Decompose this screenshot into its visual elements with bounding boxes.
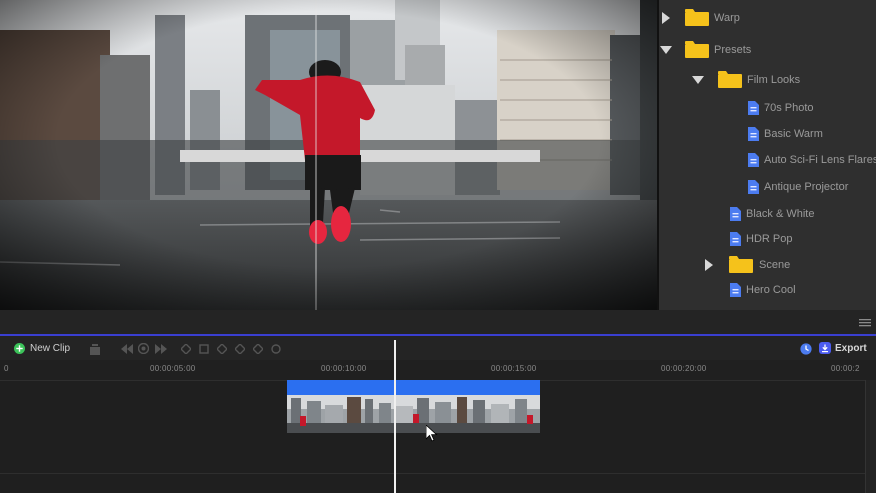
expand-arrow-icon[interactable]: [662, 12, 670, 24]
tree-item-label: Antique Projector: [764, 181, 849, 193]
playhead[interactable]: [394, 340, 396, 493]
collapse-arrow-icon[interactable]: [660, 46, 672, 54]
ruler-label: 00:00:2: [831, 364, 860, 373]
expand-arrow-icon[interactable]: [705, 259, 713, 271]
preset-file-icon: [748, 180, 759, 194]
tree-item-label: Hero Cool: [746, 284, 796, 296]
preset-file-icon: [748, 101, 759, 115]
keyframe-prev-icon[interactable]: [181, 344, 191, 354]
tree-item-label: Presets: [714, 44, 752, 56]
preset-file-icon: [748, 127, 759, 141]
mouse-cursor-icon: [426, 425, 438, 442]
export-button[interactable]: Export: [819, 342, 867, 354]
ruler-label: 00:00:05:00: [150, 364, 196, 373]
delete-icon[interactable]: [89, 344, 101, 355]
folder-icon: [718, 71, 742, 88]
ruler-label: 0: [4, 364, 9, 373]
video-frame-image: [0, 0, 657, 310]
folder-icon: [685, 9, 709, 26]
folder-icon: [729, 256, 753, 273]
tree-item-warp[interactable]: Warp: [659, 6, 876, 30]
tree-item-label: Auto Sci-Fi Lens Flares: [764, 154, 876, 166]
hamburger-menu-icon[interactable]: [859, 319, 871, 327]
keyframe-circle-icon[interactable]: [271, 344, 281, 354]
tree-item-label: HDR Pop: [746, 233, 793, 245]
tree-item-label: Film Looks: [747, 74, 801, 86]
ruler-label: 00:00:15:00: [491, 364, 537, 373]
collapse-arrow-icon[interactable]: [692, 76, 704, 84]
tree-item-hdr-pop[interactable]: HDR Pop: [659, 227, 876, 251]
skip-back-icon[interactable]: [121, 344, 133, 354]
preset-file-icon: [748, 153, 759, 167]
tree-item-antique-projector[interactable]: Antique Projector: [659, 175, 876, 199]
tree-item-label: Scene: [759, 259, 791, 271]
vertical-scrollbar[interactable]: [865, 380, 876, 493]
keyframe-diamond-icon[interactable]: [235, 344, 245, 354]
skip-forward-icon[interactable]: [155, 344, 167, 354]
preset-file-icon: [730, 232, 741, 246]
tree-item-label: Black & White: [746, 208, 815, 220]
tree-item-label: 70s Photo: [764, 102, 814, 114]
tree-item-label: Basic Warm: [764, 128, 823, 140]
video-preview[interactable]: [0, 0, 657, 310]
new-clip-button[interactable]: New Clip: [14, 343, 70, 354]
ruler-label: 00:00:20:00: [661, 364, 707, 373]
clock-icon[interactable]: [800, 343, 812, 355]
add-circle-icon: [14, 343, 25, 354]
tree-item-label: Warp: [714, 12, 740, 24]
video-clip[interactable]: [287, 380, 540, 433]
timeline-panel-header: [0, 310, 876, 336]
keyframe-add-icon[interactable]: [199, 344, 209, 354]
clip-header[interactable]: [287, 380, 540, 395]
export-label: Export: [835, 342, 867, 354]
tree-item-70s-photo[interactable]: 70s Photo: [659, 96, 876, 120]
timeline-ruler[interactable]: 0 00:00:05:00 00:00:10:00 00:00:15:00 00…: [0, 360, 876, 381]
folder-icon: [685, 41, 709, 58]
preset-file-icon: [730, 207, 741, 221]
preset-file-icon: [730, 283, 741, 297]
timeline-toolbar: New Clip Export: [0, 336, 876, 362]
tree-item-black-white[interactable]: Black & White: [659, 202, 876, 226]
play-circle-icon[interactable]: [138, 343, 149, 354]
tree-item-basic-warm[interactable]: Basic Warm: [659, 122, 876, 146]
new-clip-label: New Clip: [30, 343, 71, 354]
tree-item-presets[interactable]: Presets: [659, 38, 876, 62]
keyframe-next-icon[interactable]: [217, 344, 227, 354]
tree-item-film-looks[interactable]: Film Looks: [659, 68, 876, 92]
tree-item-auto-sci-fi-lens-flares[interactable]: Auto Sci-Fi Lens Flares: [659, 148, 876, 172]
keyframe-left-icon[interactable]: [253, 344, 263, 354]
clip-thumbnails: [287, 395, 540, 433]
export-icon: [819, 342, 831, 354]
ruler-label: 00:00:10:00: [321, 364, 367, 373]
effects-browser: Warp Presets Film Looks 70s Photo Basic …: [659, 0, 876, 310]
tree-item-hero-cool[interactable]: Hero Cool: [659, 278, 876, 302]
tree-item-scene[interactable]: Scene: [659, 253, 876, 277]
